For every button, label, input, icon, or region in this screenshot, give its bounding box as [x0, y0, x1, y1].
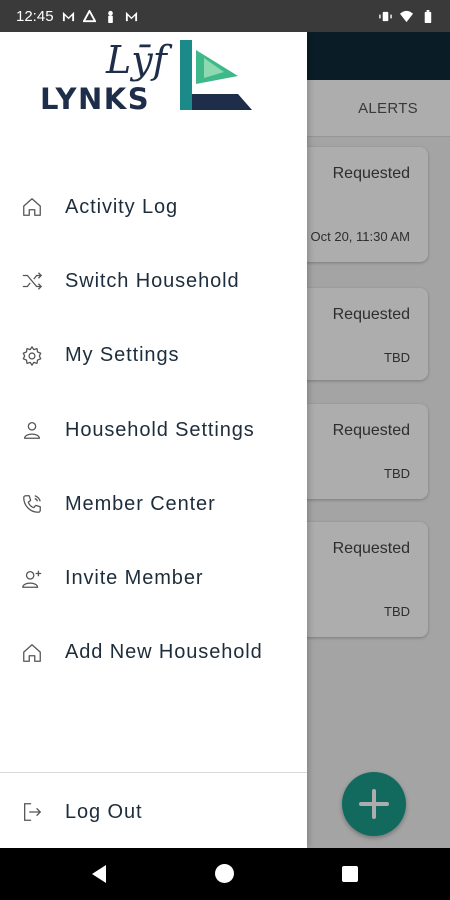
- menu-item-household-settings[interactable]: Household Settings: [0, 393, 307, 467]
- menu-item-label: Invite Member: [65, 567, 204, 590]
- home-button-icon[interactable]: [215, 864, 234, 883]
- drawer-divider: [0, 772, 307, 773]
- gmail-icon: [62, 11, 74, 21]
- home-icon: [20, 641, 44, 665]
- logo-top-text: Lȳf: [106, 38, 167, 82]
- vibrate-icon: [379, 11, 392, 21]
- menu-item-label: Household Settings: [65, 418, 255, 441]
- shuffle-icon: [20, 269, 44, 293]
- back-icon[interactable]: [90, 864, 108, 884]
- menu-item-label: Add New Household: [65, 641, 263, 664]
- logout-icon: [20, 800, 44, 824]
- phone-icon: [20, 492, 44, 516]
- status-bar: 12:45: [0, 0, 450, 32]
- menu-item-label: Activity Log: [65, 195, 179, 218]
- lyf-lynks-logo: Lȳf LYNKS: [38, 38, 258, 118]
- menu-item-invite-member[interactable]: Invite Member: [0, 541, 307, 615]
- recents-icon[interactable]: [342, 866, 358, 882]
- system-nav-bar: [0, 848, 450, 900]
- menu-item-activity-log[interactable]: Activity Log: [0, 170, 307, 244]
- logout-label: Log Out: [65, 800, 143, 823]
- logo-mark-icon: [180, 40, 252, 110]
- menu-item-switch-household[interactable]: Switch Household: [0, 244, 307, 318]
- gear-icon: [20, 344, 44, 368]
- wifi-icon: [400, 10, 413, 22]
- logout-button[interactable]: Log Out: [0, 780, 307, 844]
- menu-item-label: Member Center: [65, 492, 216, 515]
- menu-item-label: Switch Household: [65, 269, 240, 292]
- menu-item-add-new-household[interactable]: Add New Household: [0, 616, 307, 690]
- person-icon: [20, 418, 44, 442]
- add-person-icon: [20, 567, 44, 591]
- menu-item-my-settings[interactable]: My Settings: [0, 319, 307, 393]
- person-icon: [107, 10, 113, 23]
- status-time: 12:45: [16, 7, 54, 25]
- logo-bottom-text: LYNKS: [40, 82, 151, 116]
- recycle-icon: [82, 9, 96, 22]
- battery-icon: [424, 9, 432, 23]
- home-icon: [20, 195, 44, 219]
- menu-item-member-center[interactable]: Member Center: [0, 467, 307, 541]
- gmail-icon: [125, 11, 137, 21]
- drawer-menu: Activity Log Switch Household My Setting…: [0, 170, 307, 690]
- navigation-drawer: Lȳf LYNKS Activity Log Switch Household: [0, 32, 307, 848]
- menu-item-label: My Settings: [65, 344, 180, 367]
